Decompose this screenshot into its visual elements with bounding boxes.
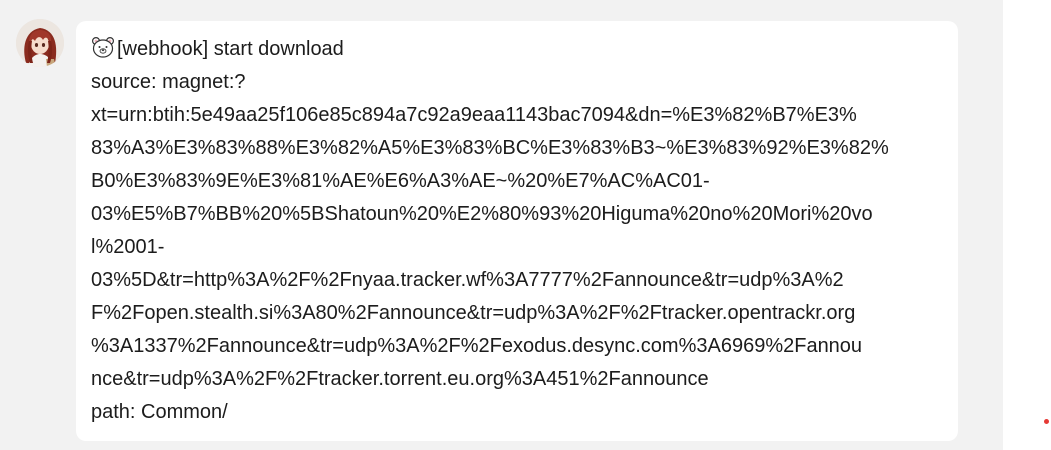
anime-character-avatar-icon xyxy=(16,19,64,67)
sender-avatar[interactable] xyxy=(16,19,64,67)
message-line: B0%E3%83%9E%E3%81%AE%E6%A3%AE~%20%E7%AC%… xyxy=(91,170,710,192)
bear-face-icon xyxy=(91,36,115,58)
message-path-line: path: Common/ xyxy=(91,401,228,423)
message-line: source: magnet:? xyxy=(91,71,246,93)
message-line: nce&tr=udp%3A%2F%2Ftracker.torrent.eu.or… xyxy=(91,368,709,390)
message-bubble[interactable]: [webhook] start download source: magnet:… xyxy=(76,21,958,441)
message-line: %3A1337%2Fannounce&tr=udp%3A%2F%2Fexodus… xyxy=(91,335,863,357)
message-line: l%2001- xyxy=(91,236,165,258)
message-title: [webhook] start download xyxy=(117,38,344,60)
message-line: 83%A3%E3%83%88%E3%82%A5%E3%83%BC%E3%83%B… xyxy=(91,137,889,159)
side-panel xyxy=(1003,0,1051,450)
message-line: F%2Fopen.stealth.si%3A80%2Fannounce&tr=u… xyxy=(91,302,856,324)
message-line: xt=urn:btih:5e49aa25f106e85c894a7c92a9ea… xyxy=(91,104,857,126)
chat-area: [webhook] start download source: magnet:… xyxy=(0,0,1003,450)
message-header-line: [webhook] start download xyxy=(91,35,942,63)
notification-dot xyxy=(1044,419,1049,424)
message-line: 03%E5%B7%BB%20%5BShatoun%20%E2%80%93%20H… xyxy=(91,203,873,225)
message-line: 03%5D&tr=http%3A%2F%2Fnyaa.tracker.wf%3A… xyxy=(91,269,844,291)
